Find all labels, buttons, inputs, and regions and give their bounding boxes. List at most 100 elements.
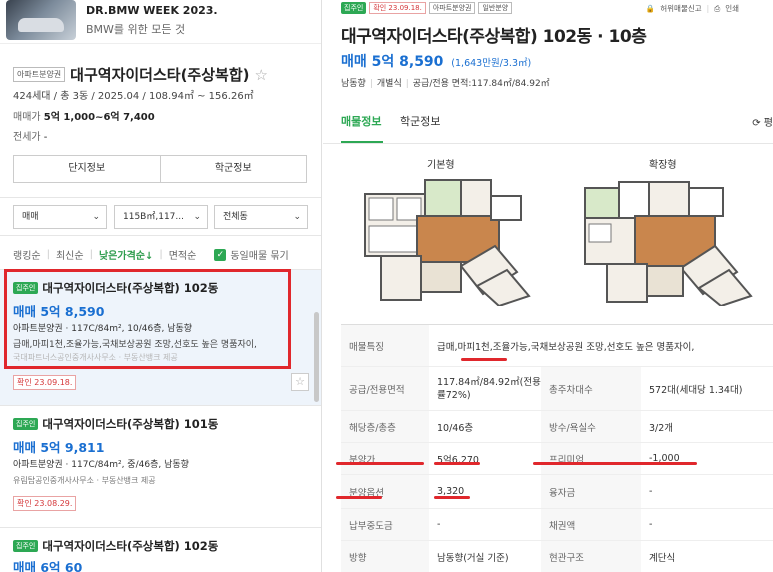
complex-rent-price: 전세가 - [13,128,47,143]
sale-price-label: 매매가 [13,112,41,123]
sale-price-value: 5억 1,000~6억 7,400 [43,112,155,123]
table-row: 분양옵션 3,320 융자금 - [341,475,773,509]
school-info-button[interactable]: 학군정보 [159,156,306,182]
confirm-date-badge: 확인 23.08.29. [13,496,77,511]
trade-type-select[interactable]: 매매 ⌄ [13,205,107,229]
row-key: 총주차대수 [541,367,641,410]
listing-header: 집주인 대구역자이더스타(주상복합) 101동 [13,416,218,432]
detail-panel: 집주인 확인 23.09.18. 아파트분양권 일반분양 🔒 허위매물신고 | … [323,0,773,572]
row-key: 채권액 [541,509,641,540]
sort-low-price[interactable]: 낮은가격순↓ [99,247,153,262]
detail-price-value: 매매 5억 8,590 [341,54,444,70]
table-row: 방향 남동향(거실 기준) 현관구조 계단식 [341,541,773,572]
detail-tags: 집주인 확인 23.09.18. 아파트분양권 일반분양 [341,2,513,14]
ad-subtitle: BMW를 위한 모든 것 [86,23,186,36]
report-false-listing-link[interactable]: 허위매물신고 [660,3,701,14]
list-item[interactable]: 집주인 대구역자이더스타(주상복합) 102동 매매 6억 60 [0,527,321,572]
row-key: 분양가 [341,443,429,474]
favorite-star-icon[interactable]: ☆ [254,66,267,84]
row-key: 해당층/총층 [341,411,429,442]
underline-annotation [461,358,507,361]
row-value: - [437,519,441,530]
print-link[interactable]: 인쇄 [725,3,739,14]
tab-listing-info[interactable]: 매물정보 [341,113,381,129]
row-value: -1,000 [649,453,680,464]
list-item[interactable]: 집주인 대구역자이더스타(주상복합) 101동 매매 5억 9,811 아파트분… [0,405,321,527]
filter-bar: 매매 ⌄ 115B㎡,117... ⌄ 전체동 ⌄ [0,197,321,236]
row-key: 방수/욕실수 [541,411,641,442]
row-value: 10/46층 [437,422,474,434]
row-key: 프리미엄 [541,443,641,474]
detail-direction: 남동향 [341,79,366,89]
favorite-star-icon[interactable]: ☆ [291,373,309,391]
row-key: 분양옵션 [341,475,429,508]
detail-actions: 🔒 허위매물신고 | ⎙ 인쇄 [645,3,739,14]
row-key: 매물특징 [341,325,429,366]
table-row: 해당층/총층 10/46층 방수/욕실수 3/2개 [341,411,773,443]
sort-bar: 랭킹순 | 최신순 | 낮은가격순↓ | 면적순 ✓ 동일매물 묶기 [13,247,289,262]
sort-latest[interactable]: 최신순 [56,247,84,262]
underline-annotation [434,496,470,499]
detail-spec: 남동향 | 개별식 | 공급/전용 면적:117.84㎡/84.92㎡ [341,79,550,89]
report-icon: 🔒 [645,4,656,13]
detail-area: 공급/전용 면적:117.84㎡/84.92㎡ [412,79,550,89]
row-value: 계단식 [649,552,676,564]
group-same-label: 동일매물 묶기 [230,251,289,262]
listing-header: 집주인 대구역자이더스타(주상복합) 102동 [13,538,218,554]
row-key: 납부중도금 [341,509,429,540]
complex-header: 아파트분양권 대구역자이더스타(주상복합) ☆ [13,64,268,85]
sale-type-tag: 일반분양 [478,2,513,14]
sort-ranking[interactable]: 랭킹순 [13,247,41,262]
detail-title: 대구역자이더스타(주상복합) 102동 · 10층 [341,27,647,47]
listing-name[interactable]: 대구역자이더스타(주상복합) 102동 [42,538,218,554]
sort-area[interactable]: 면적순 [169,247,197,262]
trade-type-value: 매매 [22,212,39,222]
rent-price-value: - [43,132,48,143]
row-value: 남동향(거실 기준) [437,552,509,564]
print-icon: ⎙ [714,3,721,13]
rent-price-label: 전세가 [13,132,41,143]
plan-label-basic: 기본형 [427,160,455,171]
row-value: 117.84㎡/84.92㎡(전용률72%) [437,376,541,401]
floor-plan-basic[interactable] [357,176,537,306]
area-value: 115B㎡,117... [123,212,184,222]
complex-type-tag: 아파트분양권 [13,67,66,82]
ad-title: DR.BMW WEEK 2023. [86,4,218,17]
ad-banner[interactable]: DR.BMW WEEK 2023. BMW를 위한 모든 것 [0,0,321,44]
plan-label-extended: 확장형 [649,160,677,171]
table-row: 납부중도금 - 채권액 - [341,509,773,541]
tab-school-info[interactable]: 학군정보 [400,113,440,129]
row-value: - [649,519,653,530]
table-row: 매물특징 급매,마피1천,조율가능,국채보상공원 조망,선호도 높은 명품자이, [341,325,773,367]
complex-buttons: 단지정보 학군정보 [13,155,307,183]
row-value: - [649,486,653,497]
owner-badge: 집주인 [341,2,367,14]
underline-annotation [434,462,480,465]
ad-thumbnail [6,0,76,40]
detail-tabs: 매물정보 학군정보 ⟳ 평 [323,100,773,144]
underline-annotation [336,496,382,499]
area-select[interactable]: 115B㎡,117... ⌄ [114,205,208,229]
area-unit-toggle[interactable]: ⟳ 평 [752,114,773,129]
detail-table: 매물특징 급매,마피1천,조율가능,국채보상공원 조망,선호도 높은 명품자이,… [341,324,773,572]
listing-agent: 유림탑공인중개사사무소 · 부동산뱅크 제공 [13,476,156,485]
listing-price: 매매 5억 9,811 [13,440,105,455]
listing-panel: DR.BMW WEEK 2023. BMW를 위한 모든 것 아파트분양권 대구… [0,0,322,572]
complex-name: 대구역자이더스타(주상복합) [70,66,250,84]
table-row: 분양가 5억6,270 프리미엄 -1,000 [341,443,773,475]
building-select[interactable]: 전체동 ⌄ [214,205,308,229]
underline-annotation [533,462,697,465]
list-scrollbar[interactable] [314,312,319,402]
highlight-annotation-box [4,269,291,369]
property-type-tag: 아파트분양권 [428,2,476,14]
chevron-down-icon: ⌄ [193,212,201,222]
row-value: 572대(세대당 1.34대) [649,384,743,396]
listing-name[interactable]: 대구역자이더스타(주상복합) 101동 [42,416,218,432]
complex-sale-price: 매매가 5억 1,000~6억 7,400 [13,108,155,123]
row-value: 3/2개 [649,422,674,434]
complex-info-button[interactable]: 단지정보 [14,156,160,182]
floor-plan-extended[interactable] [577,176,757,306]
underline-annotation [336,462,424,465]
group-same-checkbox[interactable]: ✓ [214,248,227,261]
row-key: 방향 [341,541,429,572]
